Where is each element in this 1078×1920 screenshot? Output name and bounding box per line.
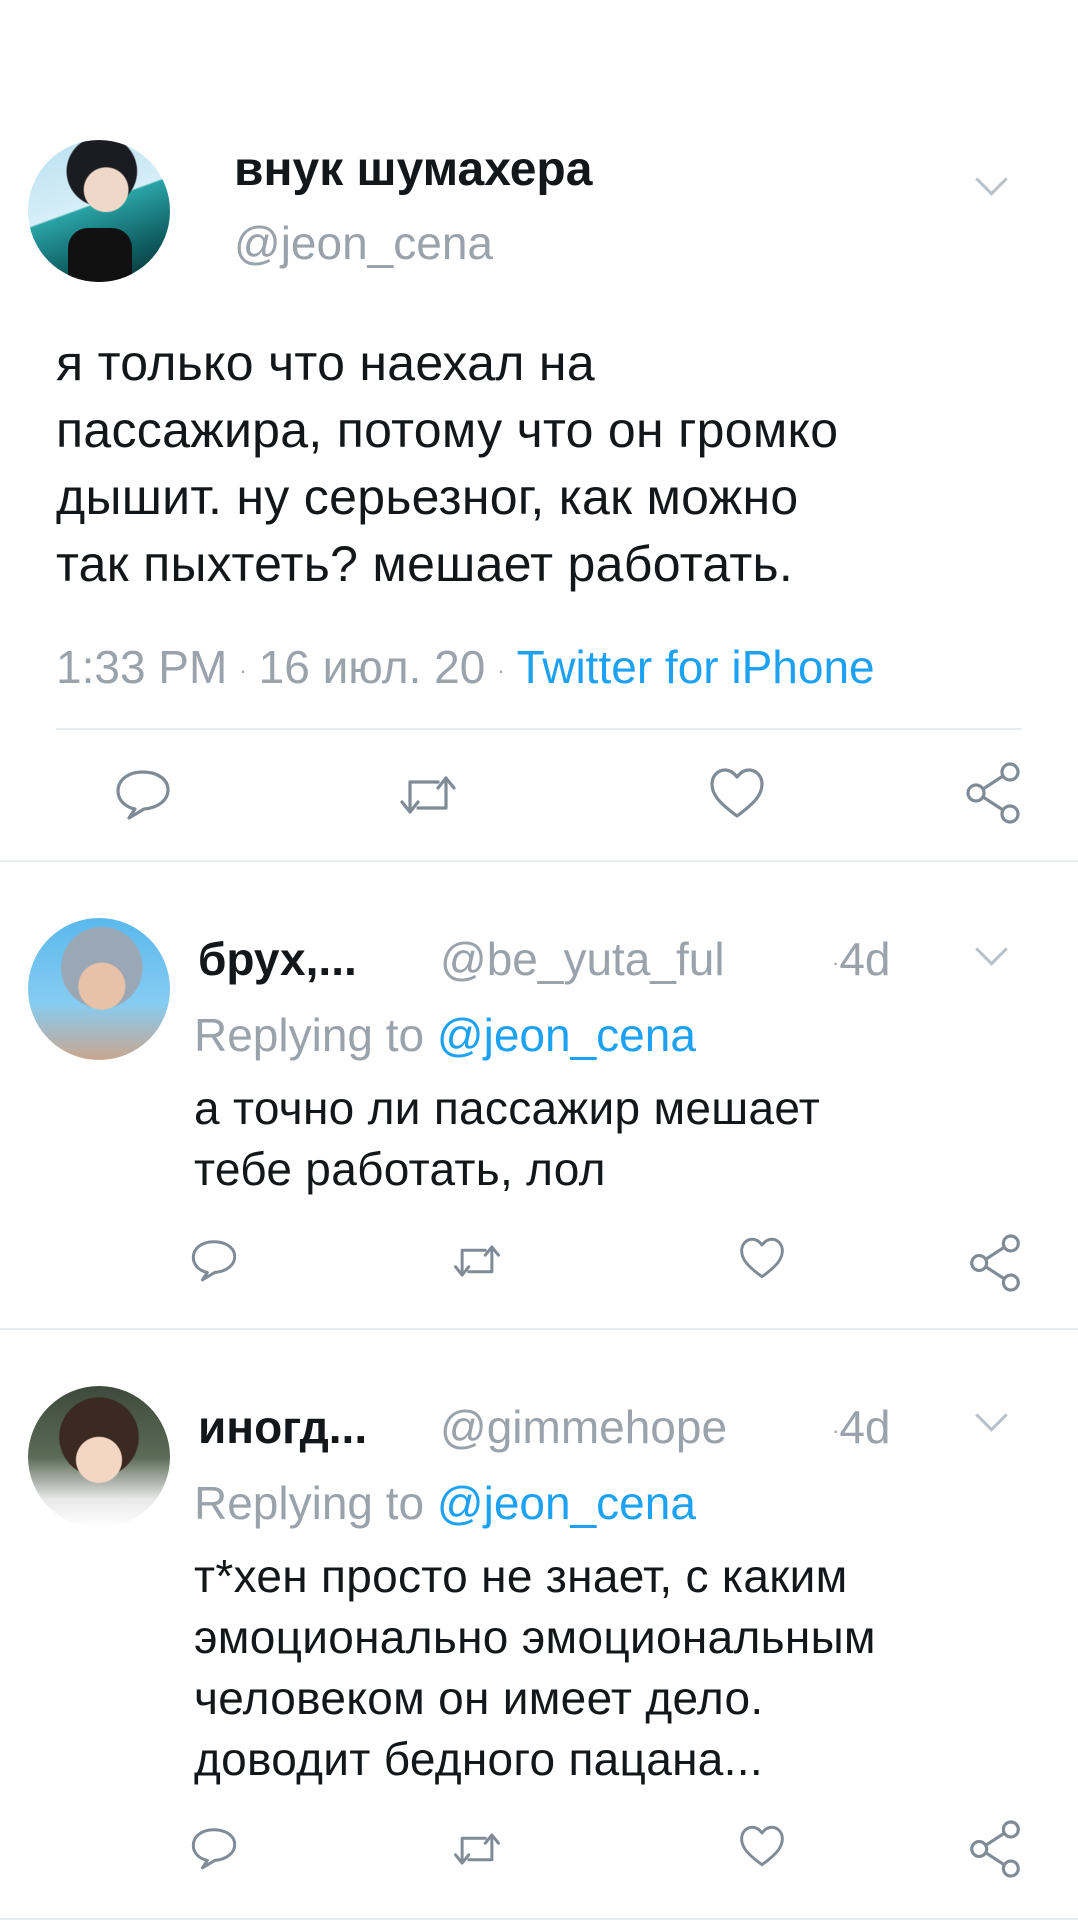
display-name[interactable]: иногд... [198, 1400, 367, 1454]
chevron-down-icon[interactable] [975, 1399, 1008, 1432]
avatar[interactable] [28, 140, 170, 282]
like-icon[interactable] [738, 1824, 786, 1868]
replying-to: Replying to @jeon_cena [194, 1476, 696, 1530]
handle[interactable]: @gimmehope [440, 1400, 727, 1454]
retweet-icon[interactable] [398, 772, 458, 818]
avatar[interactable] [28, 1386, 170, 1528]
tweet-text: я только что наехал на пассажира, потому… [56, 335, 839, 592]
reply-icon[interactable] [190, 1238, 238, 1282]
tweet-meta: 1:33 PM · 16 июл. 20 · Twitter for iPhone [56, 640, 875, 694]
display-name[interactable]: внук шумахера [234, 142, 592, 197]
avatar[interactable] [28, 918, 170, 1060]
divider [0, 1328, 1078, 1330]
display-name[interactable]: брух,... [198, 932, 357, 986]
time-text: 4d [839, 933, 891, 985]
divider [56, 728, 1022, 730]
like-icon[interactable] [738, 1236, 786, 1280]
handle[interactable]: @jeon_cena [234, 216, 493, 270]
tweet-text: а точно ли пассажир мешает тебе работать… [194, 1082, 821, 1195]
tweet-date: 16 июл. 20 [258, 641, 486, 693]
timestamp: ·4d [832, 932, 891, 986]
replying-label: Replying to [194, 1009, 425, 1061]
share-icon[interactable] [964, 762, 1022, 824]
reply-icon[interactable] [190, 1826, 238, 1870]
tweet-time: 1:33 PM [56, 641, 228, 693]
separator: · [239, 657, 247, 683]
chevron-down-icon[interactable] [975, 163, 1008, 196]
tweet-source-link[interactable]: Twitter for iPhone [517, 641, 875, 693]
handle[interactable]: @be_yuta_ful [440, 932, 725, 986]
share-icon[interactable] [968, 1234, 1022, 1292]
replying-label: Replying to [194, 1477, 425, 1529]
chevron-down-icon[interactable] [975, 933, 1008, 966]
reply-icon[interactable] [114, 768, 172, 820]
like-icon[interactable] [708, 766, 766, 820]
retweet-icon[interactable] [452, 1830, 502, 1868]
retweet-icon[interactable] [452, 1242, 502, 1280]
separator: · [497, 657, 505, 683]
replying-to: Replying to @jeon_cena [194, 1008, 696, 1062]
time-text: 4d [839, 1401, 891, 1453]
timestamp: ·4d [832, 1400, 891, 1454]
divider [0, 860, 1078, 862]
tweet-text: т*хен просто не знает, с каким эмоционал… [194, 1550, 876, 1785]
share-icon[interactable] [968, 1820, 1022, 1878]
mention-link[interactable]: @jeon_cena [437, 1009, 696, 1061]
mention-link[interactable]: @jeon_cena [437, 1477, 696, 1529]
